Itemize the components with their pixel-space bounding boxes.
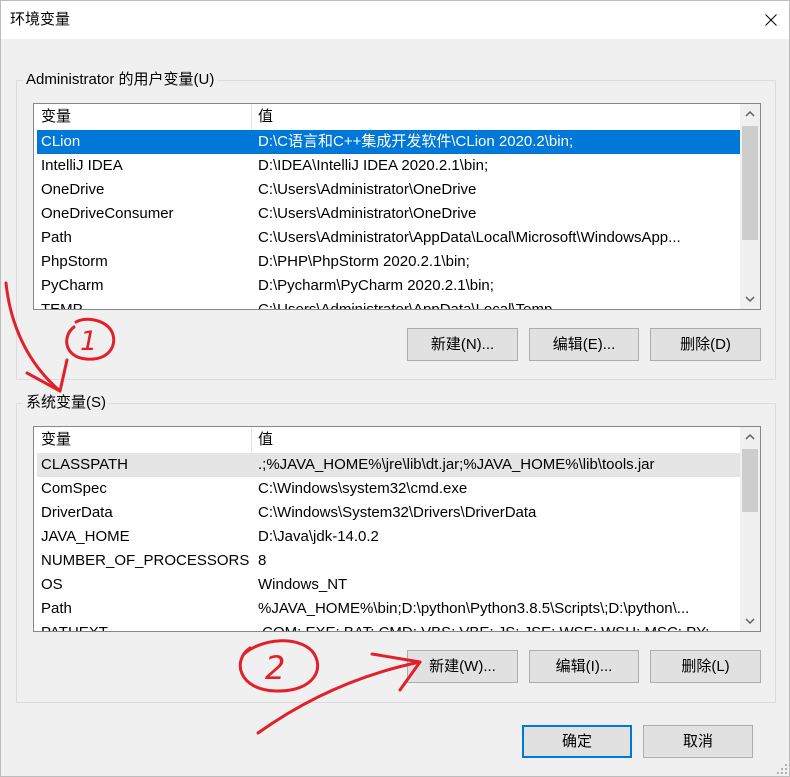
variable-value: C:\Users\Administrator\AppData\Local\Tem…	[258, 301, 553, 310]
chevron-up-icon	[745, 111, 755, 117]
system-variables-list[interactable]: 变量 值 CLASSPATH .;%JAVA_HOME%\jre\lib\dt.…	[33, 426, 761, 632]
column-header-variable[interactable]: 变量	[41, 427, 241, 453]
close-icon	[765, 13, 777, 26]
variable-name: PyCharm	[41, 277, 104, 294]
list-item[interactable]: CLASSPATH .;%JAVA_HOME%\jre\lib\dt.jar;%…	[37, 453, 740, 477]
cancel-button[interactable]: 取消	[643, 725, 753, 758]
list-item[interactable]: Path %JAVA_HOME%\bin;D:\python\Python3.8…	[37, 597, 740, 621]
variable-value: D:\PHP\PhpStorm 2020.2.1\bin;	[258, 253, 470, 270]
list-item[interactable]: DriverData C:\Windows\System32\Drivers\D…	[37, 501, 740, 525]
list-rows: CLASSPATH .;%JAVA_HOME%\jre\lib\dt.jar;%…	[37, 453, 740, 631]
variable-value: D:\C语言和C++集成开发软件\CLion 2020.2\bin;	[258, 133, 574, 150]
variable-name: CLASSPATH	[41, 456, 128, 473]
list-item[interactable]: JAVA_HOME D:\Java\jdk-14.0.2	[37, 525, 740, 549]
variable-value: C:\Users\Administrator\OneDrive	[258, 205, 477, 222]
list-rows: CLion D:\C语言和C++集成开发软件\CLion 2020.2\bin;…	[37, 130, 740, 310]
variable-name: Path	[41, 600, 72, 617]
column-divider[interactable]	[251, 104, 252, 130]
ok-button[interactable]: 确定	[522, 725, 632, 758]
list-item[interactable]: OneDrive C:\Users\Administrator\OneDrive	[37, 178, 740, 202]
list-item[interactable]: Path C:\Users\Administrator\AppData\Loca…	[37, 226, 740, 250]
system-edit-button[interactable]: 编辑(I)...	[529, 650, 639, 683]
user-delete-button[interactable]: 删除(D)	[650, 328, 761, 361]
variable-name: TEMP	[41, 301, 83, 310]
list-item[interactable]: IntelliJ IDEA D:\IDEA\IntelliJ IDEA 2020…	[37, 154, 740, 178]
list-item[interactable]: TEMP C:\Users\Administrator\AppData\Loca…	[37, 298, 740, 310]
variable-value: D:\Pycharm\PyCharm 2020.2.1\bin;	[258, 277, 494, 294]
variable-name: CLion	[41, 133, 81, 150]
close-button[interactable]	[752, 0, 790, 39]
environment-variables-dialog: 环境变量 Administrator 的用户变量(U) 变量 值 CLion D…	[0, 0, 790, 777]
title-bar[interactable]: 环境变量	[0, 0, 790, 39]
scroll-up-button[interactable]	[740, 104, 760, 124]
variable-value: .COM;.EXE;.BAT;.CMD;.VBS;.VBE;.JS;.JSE;.…	[258, 621, 736, 631]
variable-value: 8	[258, 552, 267, 569]
variable-name: OS	[41, 576, 63, 593]
variable-value: C:\Users\Administrator\OneDrive	[258, 181, 477, 198]
column-header-variable[interactable]: 变量	[41, 104, 241, 130]
list-item[interactable]: OS Windows_NT	[37, 573, 740, 597]
system-variables-group: 系统变量(S) 变量 值 CLASSPATH .;%JAVA_HOME%\jre…	[16, 393, 776, 703]
list-item[interactable]: PhpStorm D:\PHP\PhpStorm 2020.2.1\bin;	[37, 250, 740, 274]
system-delete-button[interactable]: 删除(L)	[650, 650, 761, 683]
variable-value: C:\Windows\System32\Drivers\DriverData	[258, 504, 537, 521]
variable-name: OneDriveConsumer	[41, 205, 174, 222]
user-variables-list[interactable]: 变量 值 CLion D:\C语言和C++集成开发软件\CLion 2020.2…	[33, 103, 761, 310]
variable-name: ComSpec	[41, 480, 107, 497]
scroll-up-button[interactable]	[740, 427, 760, 447]
user-edit-button[interactable]: 编辑(E)...	[529, 328, 639, 361]
variable-name: IntelliJ IDEA	[41, 157, 123, 174]
scrollbar-thumb[interactable]	[742, 126, 758, 240]
system-new-button[interactable]: 新建(W)...	[407, 650, 518, 683]
list-item[interactable]: NUMBER_OF_PROCESSORS 8	[37, 549, 740, 573]
vertical-scrollbar[interactable]	[740, 427, 760, 631]
system-variables-label: 系统变量(S)	[23, 393, 109, 413]
variable-name: PhpStorm	[41, 253, 108, 270]
user-variables-label: Administrator 的用户变量(U)	[23, 70, 218, 90]
column-header-value[interactable]: 值	[258, 427, 558, 453]
user-variables-group: Administrator 的用户变量(U) 变量 值 CLion D:\C语言…	[16, 70, 776, 380]
variable-name: PATHEXT	[41, 621, 251, 631]
variable-value: %JAVA_HOME%\bin;D:\python\Python3.8.5\Sc…	[258, 600, 690, 617]
chevron-down-icon	[745, 618, 755, 624]
variable-value: D:\Java\jdk-14.0.2	[258, 528, 379, 545]
chevron-down-icon	[745, 296, 755, 302]
list-item[interactable]: ComSpec C:\Windows\system32\cmd.exe	[37, 477, 740, 501]
column-header-value[interactable]: 值	[258, 104, 558, 130]
column-divider[interactable]	[251, 427, 252, 453]
list-header: 变量 值	[34, 104, 740, 130]
variable-value: C:\Windows\system32\cmd.exe	[258, 480, 468, 497]
list-item[interactable]: PATHEXT .COM;.EXE;.BAT;.CMD;.VBS;.VBE;.J…	[37, 621, 740, 631]
scroll-down-button[interactable]	[740, 289, 760, 309]
variable-name: OneDrive	[41, 181, 105, 198]
list-item[interactable]: PyCharm D:\Pycharm\PyCharm 2020.2.1\bin;	[37, 274, 740, 298]
window-title: 环境变量	[10, 11, 71, 28]
list-header: 变量 值	[34, 427, 740, 453]
variable-value: C:\Users\Administrator\AppData\Local\Mic…	[258, 229, 681, 246]
variable-value: Windows_NT	[258, 576, 348, 593]
size-grip-icon[interactable]	[776, 763, 788, 775]
variable-name: JAVA_HOME	[41, 528, 130, 545]
vertical-scrollbar[interactable]	[740, 104, 760, 309]
scroll-down-button[interactable]	[740, 611, 760, 631]
variable-name: Path	[41, 229, 72, 246]
list-item[interactable]: OneDriveConsumer C:\Users\Administrator\…	[37, 202, 740, 226]
chevron-up-icon	[745, 434, 755, 440]
variable-name: DriverData	[41, 504, 113, 521]
variable-name: NUMBER_OF_PROCESSORS	[41, 552, 250, 569]
scrollbar-thumb[interactable]	[742, 449, 758, 512]
variable-value: D:\IDEA\IntelliJ IDEA 2020.2.1\bin;	[258, 157, 489, 174]
variable-value: .;%JAVA_HOME%\jre\lib\dt.jar;%JAVA_HOME%…	[258, 456, 655, 473]
list-item[interactable]: CLion D:\C语言和C++集成开发软件\CLion 2020.2\bin;	[37, 130, 740, 154]
user-new-button[interactable]: 新建(N)...	[407, 328, 518, 361]
